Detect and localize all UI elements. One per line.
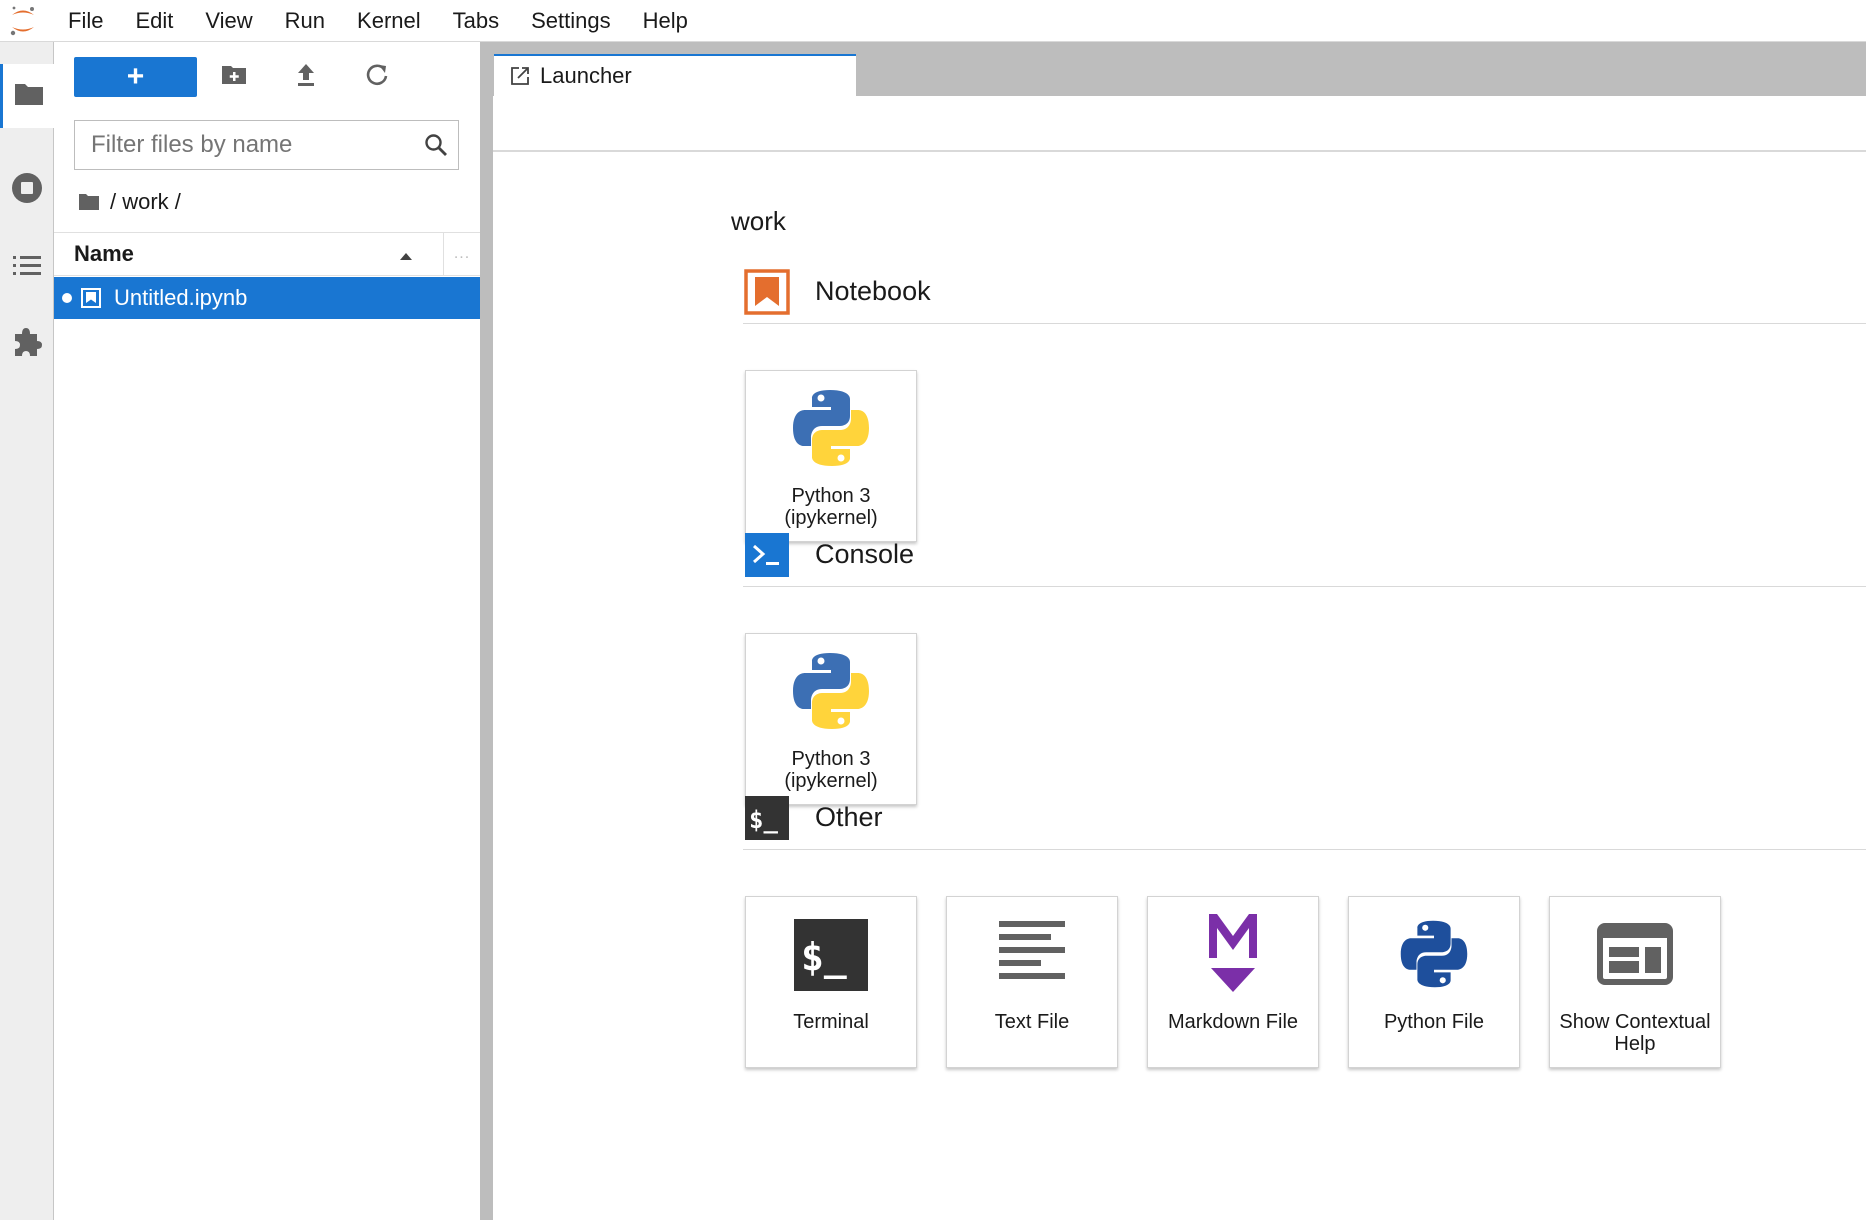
ellipsis-icon: ...	[453, 245, 471, 262]
menu-settings[interactable]: Settings	[515, 0, 627, 42]
running-indicator-dot	[62, 293, 72, 303]
console-section-title: Console	[815, 539, 915, 569]
filter-files-input[interactable]	[75, 122, 414, 168]
extension-puzzle-icon	[11, 326, 43, 363]
card-label: Text File	[994, 1011, 1070, 1033]
notebook-python3-card[interactable]: Python 3 (ipykernel)	[745, 370, 917, 542]
extension-manager-tab[interactable]	[0, 312, 54, 376]
running-stop-icon	[10, 171, 44, 210]
menu-view[interactable]: View	[189, 0, 268, 42]
notebook-section-header: Notebook	[743, 260, 1866, 324]
refresh-button[interactable]	[362, 62, 392, 92]
name-column-label: Name	[74, 241, 134, 266]
console-python3-card[interactable]: Python 3 (ipykernel)	[745, 633, 917, 805]
document-tab-bar: Launcher	[493, 42, 1866, 96]
contextual-help-card[interactable]: Show Contextual Help	[1549, 896, 1721, 1068]
card-label: Terminal	[793, 1011, 869, 1033]
launcher-panel: work Notebook Python 3 (ipykernel) Conso…	[493, 154, 1866, 1220]
python-file-icon	[1349, 897, 1519, 1011]
plus-icon: +	[126, 60, 145, 93]
python-logo-icon	[746, 371, 916, 485]
upload-icon	[295, 63, 317, 92]
tab-launcher[interactable]: Launcher	[494, 54, 856, 96]
python-logo-icon	[746, 634, 916, 748]
new-folder-icon	[221, 64, 247, 91]
column-more-button[interactable]: ...	[444, 245, 480, 263]
svg-text:$_: $_	[749, 806, 778, 834]
breadcrumb-home-folder-icon[interactable]	[78, 193, 100, 211]
left-activity-bar	[0, 42, 55, 1220]
card-label: Markdown File	[1167, 1011, 1299, 1033]
markdown-file-card[interactable]: Markdown File	[1147, 896, 1319, 1068]
launcher-cwd-title: work	[731, 206, 786, 236]
new-folder-button[interactable]	[219, 62, 249, 92]
breadcrumb: / work /	[78, 182, 181, 222]
file-list-header: Name ...	[54, 232, 480, 276]
notebook-section-title: Notebook	[815, 276, 931, 306]
refresh-icon	[365, 63, 389, 92]
menu-file[interactable]: File	[46, 0, 119, 42]
file-browser-panel: + / work / Name	[54, 42, 480, 1220]
svg-text:$_: $_	[801, 935, 847, 979]
running-sessions-tab[interactable]	[0, 158, 54, 222]
search-icon[interactable]	[414, 122, 458, 168]
tab-label: Launcher	[540, 63, 632, 88]
contextual-help-icon	[1550, 897, 1720, 1011]
main-work-area: Launcher work Notebook Python 3 (ipykern…	[493, 42, 1866, 1220]
breadcrumb-path[interactable]: / work /	[110, 189, 181, 215]
notebook-icon	[743, 268, 791, 316]
terminal-icon: $_	[743, 794, 791, 842]
new-launcher-button[interactable]: +	[74, 57, 197, 97]
file-browser-toolbar: +	[54, 42, 480, 110]
card-label: Show Contextual Help	[1559, 1011, 1711, 1055]
launcher-tab-icon	[510, 66, 530, 86]
table-of-contents-icon	[12, 254, 42, 283]
file-name: Untitled.ipynb	[114, 285, 248, 310]
menu-tabs[interactable]: Tabs	[437, 0, 515, 42]
menu-help[interactable]: Help	[627, 0, 704, 42]
card-label: Python File	[1383, 1011, 1485, 1033]
console-icon	[743, 531, 791, 579]
tab-toolbar	[493, 96, 1866, 152]
terminal-icon: $_	[746, 897, 916, 1011]
text-file-icon	[947, 897, 1117, 1011]
markdown-icon	[1148, 897, 1318, 1011]
menu-bar: File Edit View Run Kernel Tabs Settings …	[0, 0, 1866, 42]
file-list-item[interactable]: Untitled.ipynb	[54, 277, 480, 319]
name-column-header[interactable]: Name	[54, 233, 444, 275]
notebook-file-icon	[80, 287, 102, 309]
file-browser-tab[interactable]	[0, 64, 55, 128]
other-section-title: Other	[815, 802, 883, 832]
console-section-header: Console	[743, 523, 1866, 587]
menu-run[interactable]: Run	[269, 0, 341, 42]
upload-button[interactable]	[291, 62, 321, 92]
filter-files-box	[74, 120, 459, 170]
panel-splitter[interactable]	[480, 42, 493, 1220]
jupyter-logo-icon	[0, 0, 46, 42]
menu-edit[interactable]: Edit	[119, 0, 189, 42]
other-section-header: $_ Other	[743, 786, 1866, 850]
sort-ascending-icon	[399, 241, 413, 267]
menu-kernel[interactable]: Kernel	[341, 0, 437, 42]
text-file-card[interactable]: Text File	[946, 896, 1118, 1068]
table-of-contents-tab[interactable]	[0, 236, 54, 300]
python-file-card[interactable]: Python File	[1348, 896, 1520, 1068]
terminal-card[interactable]: $_ Terminal	[745, 896, 917, 1068]
folder-icon	[14, 81, 44, 112]
